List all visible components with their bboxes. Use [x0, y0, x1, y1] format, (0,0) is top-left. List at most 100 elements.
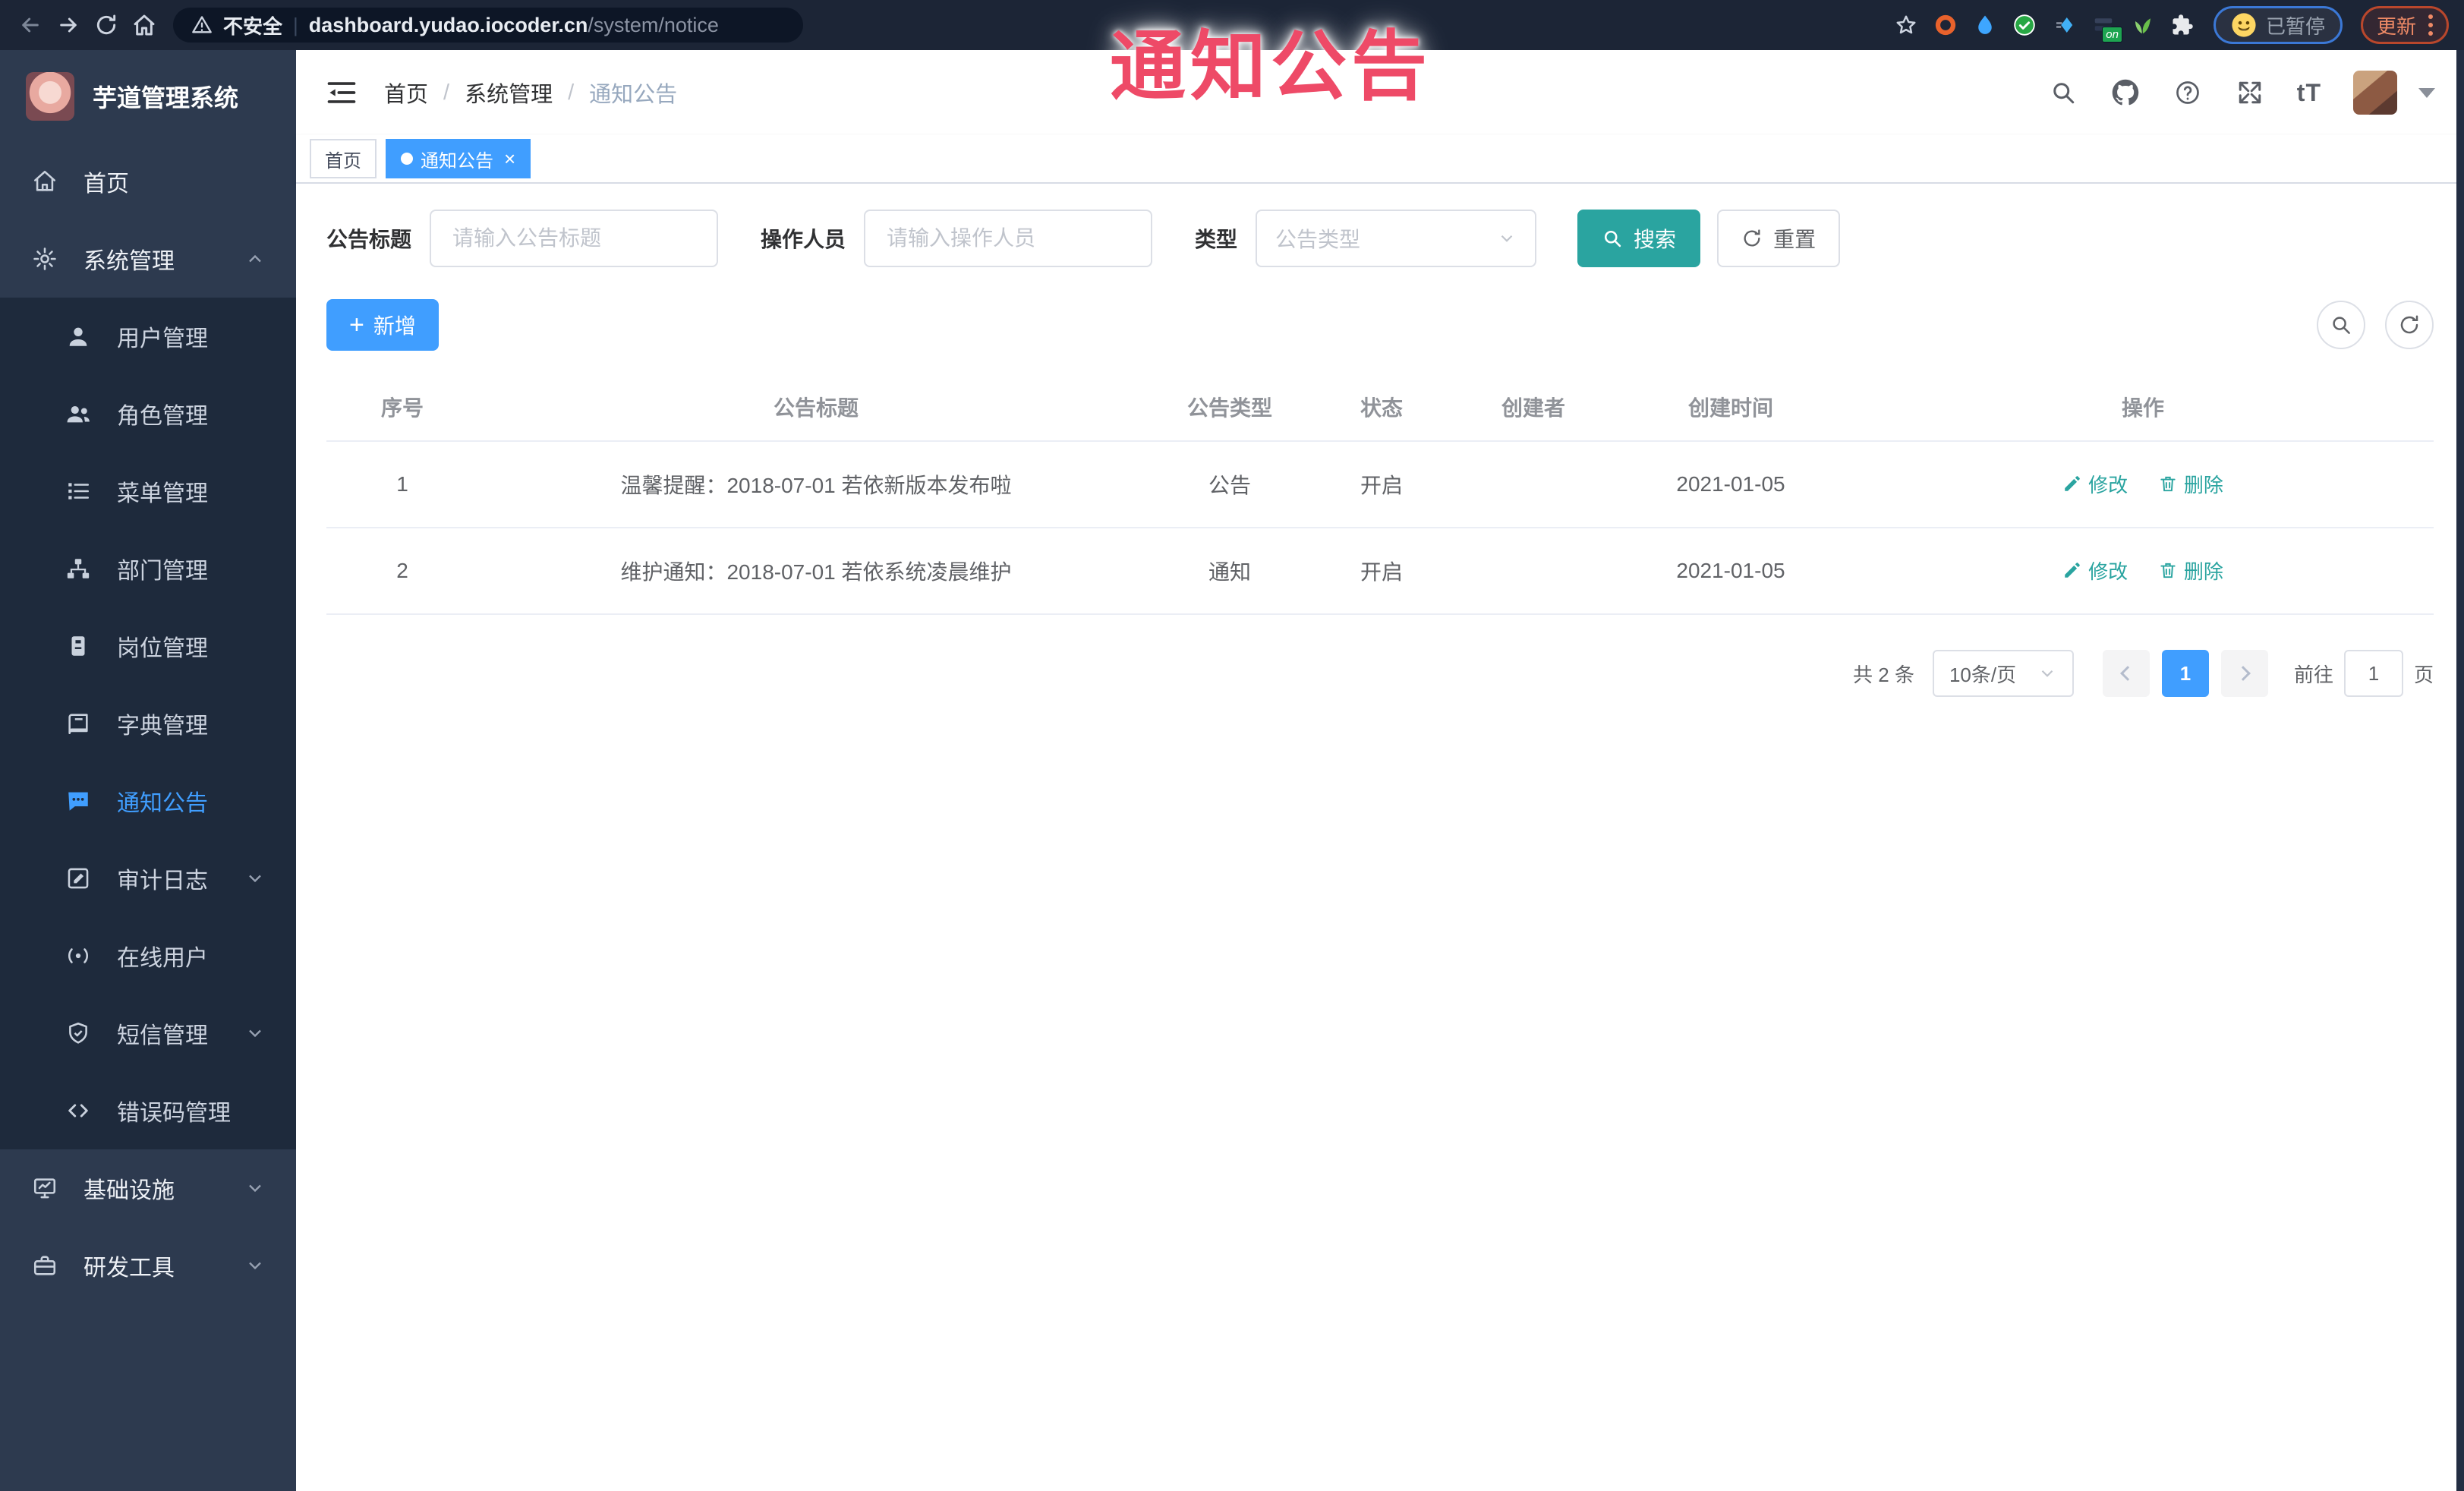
app-header: 首页 / 系统管理 / 通知公告 tT: [296, 50, 2464, 135]
delete-link[interactable]: 删除: [2158, 470, 2223, 498]
col-title: 公告标题: [478, 372, 1154, 442]
sidebar-logo[interactable]: 芋道管理系统: [0, 50, 296, 143]
prev-page-button[interactable]: [2102, 650, 2150, 697]
home-icon[interactable]: [129, 10, 159, 40]
next-page-button[interactable]: [2220, 650, 2268, 697]
sidebar-item-infrastructure[interactable]: 基础设施: [0, 1149, 296, 1227]
sidebar-item-sms[interactable]: 短信管理: [0, 995, 296, 1072]
bookmark-star-icon[interactable]: [1890, 9, 1922, 41]
security-warning-icon[interactable]: [191, 14, 213, 36]
cell-index: 1: [326, 441, 478, 528]
browser-menu-kebab-icon[interactable]: [2428, 14, 2433, 36]
fullscreen-icon[interactable]: [2235, 77, 2265, 108]
extension-green-leaf-icon[interactable]: [2127, 9, 2159, 41]
cell-created: 2021-01-05: [1609, 441, 1852, 528]
breadcrumb-home[interactable]: 首页: [384, 77, 428, 109]
page-size-select[interactable]: 10条/页: [1932, 650, 2074, 697]
edit-link[interactable]: 修改: [2062, 556, 2128, 585]
refresh-icon: [1744, 229, 1760, 247]
address-bar[interactable]: 不安全 | dashboard.yudao.iocoder.cn/system/…: [173, 8, 803, 43]
refresh-table-button[interactable]: [2385, 301, 2434, 349]
sidebar-item-notice[interactable]: 通知公告: [0, 762, 296, 840]
page-scrollbar[interactable]: [2456, 50, 2464, 1491]
browser-update-button[interactable]: 更新: [2360, 6, 2449, 44]
extension-blue-diamond-icon[interactable]: [2048, 9, 2080, 41]
avatar-caret-icon[interactable]: [2418, 87, 2435, 98]
search-icon[interactable]: [2048, 77, 2078, 108]
delete-link-label: 删除: [2183, 473, 2223, 496]
help-icon[interactable]: [2173, 77, 2203, 108]
chevron-down-icon: [244, 868, 266, 889]
user-avatar[interactable]: [2353, 71, 2397, 115]
page-size-value: 10条/页: [1949, 663, 2017, 686]
page-number-1[interactable]: 1: [2161, 650, 2209, 697]
github-icon[interactable]: [2110, 77, 2141, 108]
browser-profile-chip[interactable]: 已暂停: [2213, 6, 2343, 44]
sidebar-item-system[interactable]: 系统管理: [0, 220, 296, 298]
font-size-icon[interactable]: tT: [2297, 79, 2321, 107]
toggle-search-button[interactable]: [2317, 301, 2365, 349]
cell-title: 维护通知：2018-07-01 若依系统凌晨维护: [478, 528, 1154, 615]
notice-table: 序号 公告标题 公告类型 状态 创建者 创建时间 操作 1 温馨提醒：2018-: [326, 372, 2434, 615]
pagination-total: 共 2 条: [1853, 663, 1914, 686]
refresh-icon: [2400, 315, 2418, 334]
org-tree-icon: [64, 554, 93, 583]
extension-orange-shield-icon[interactable]: [1930, 9, 1961, 41]
extensions-puzzle-icon[interactable]: [2166, 9, 2198, 41]
cell-status: 开启: [1306, 441, 1457, 528]
sidebar-item-dicts[interactable]: 字典管理: [0, 685, 296, 762]
update-label: 更新: [2376, 14, 2416, 38]
url-separator: |: [293, 13, 298, 36]
table-tools: [2317, 301, 2434, 349]
sidebar-item-online-users[interactable]: 在线用户: [0, 917, 296, 995]
reload-icon[interactable]: [91, 10, 121, 40]
sidebar-item-home[interactable]: 首页: [0, 143, 296, 220]
sidebar-item-dev-tools[interactable]: 研发工具: [0, 1227, 296, 1304]
forward-icon[interactable]: [53, 10, 83, 40]
add-button[interactable]: + 新增: [326, 299, 439, 351]
reset-button[interactable]: 重置: [1717, 210, 1841, 267]
extension-blue-drop-icon[interactable]: [1969, 9, 2001, 41]
pagination-goto: 前往 页: [2294, 650, 2434, 697]
delete-link[interactable]: 删除: [2158, 556, 2223, 585]
plus-icon: +: [349, 310, 364, 339]
user-icon: [64, 322, 93, 351]
sidebar-item-label: 用户管理: [117, 326, 208, 351]
sidebar-item-audit-log[interactable]: 审计日志: [0, 840, 296, 917]
cell-status: 开启: [1306, 528, 1457, 615]
collapse-sidebar-icon[interactable]: [325, 76, 358, 109]
operator-input[interactable]: [864, 210, 1153, 267]
sidebar-item-error-codes[interactable]: 错误码管理: [0, 1072, 296, 1149]
sidebar-item-menus[interactable]: 菜单管理: [0, 452, 296, 530]
cell-title: 温馨提醒：2018-07-01 若依新版本发布啦: [478, 441, 1154, 528]
sidebar-item-departments[interactable]: 部门管理: [0, 530, 296, 607]
reset-button-label: 重置: [1773, 228, 1816, 251]
tab-home[interactable]: 首页: [310, 139, 377, 178]
tab-notice[interactable]: 通知公告 ×: [386, 139, 531, 178]
search-icon: [2333, 317, 2350, 334]
sidebar-item-users[interactable]: 用户管理: [0, 298, 296, 375]
search-button[interactable]: 搜索: [1577, 210, 1701, 267]
add-button-label: 新增: [373, 314, 416, 338]
type-label: 类型: [1195, 228, 1238, 251]
pagination: 共 2 条 10条/页 1 前往 页: [326, 650, 2434, 697]
content: 公告标题 操作人员 类型 公告类型 搜索 重置: [296, 184, 2464, 1491]
breadcrumb-system[interactable]: 系统管理: [465, 77, 553, 109]
edit-link[interactable]: 修改: [2062, 470, 2128, 498]
type-select[interactable]: 公告类型: [1256, 210, 1537, 267]
edit-link-label: 修改: [2088, 560, 2128, 583]
back-icon[interactable]: [15, 10, 46, 40]
gear-icon: [30, 244, 59, 273]
sidebar-item-label: 首页: [83, 172, 129, 197]
screen: 不安全 | dashboard.yudao.iocoder.cn/system/…: [0, 0, 2464, 1491]
extension-green-check-icon[interactable]: [2009, 9, 2040, 41]
extension-switch-on-icon[interactable]: on: [2087, 9, 2122, 43]
list-icon: [64, 477, 93, 506]
sidebar-item-posts[interactable]: 岗位管理: [0, 607, 296, 685]
app-title: 芋道管理系统: [93, 84, 239, 112]
close-icon[interactable]: ×: [504, 149, 515, 169]
notice-title-input[interactable]: [430, 210, 719, 267]
cell-type: 公告: [1154, 441, 1306, 528]
goto-page-input[interactable]: [2343, 650, 2403, 697]
sidebar-item-roles[interactable]: 角色管理: [0, 375, 296, 452]
